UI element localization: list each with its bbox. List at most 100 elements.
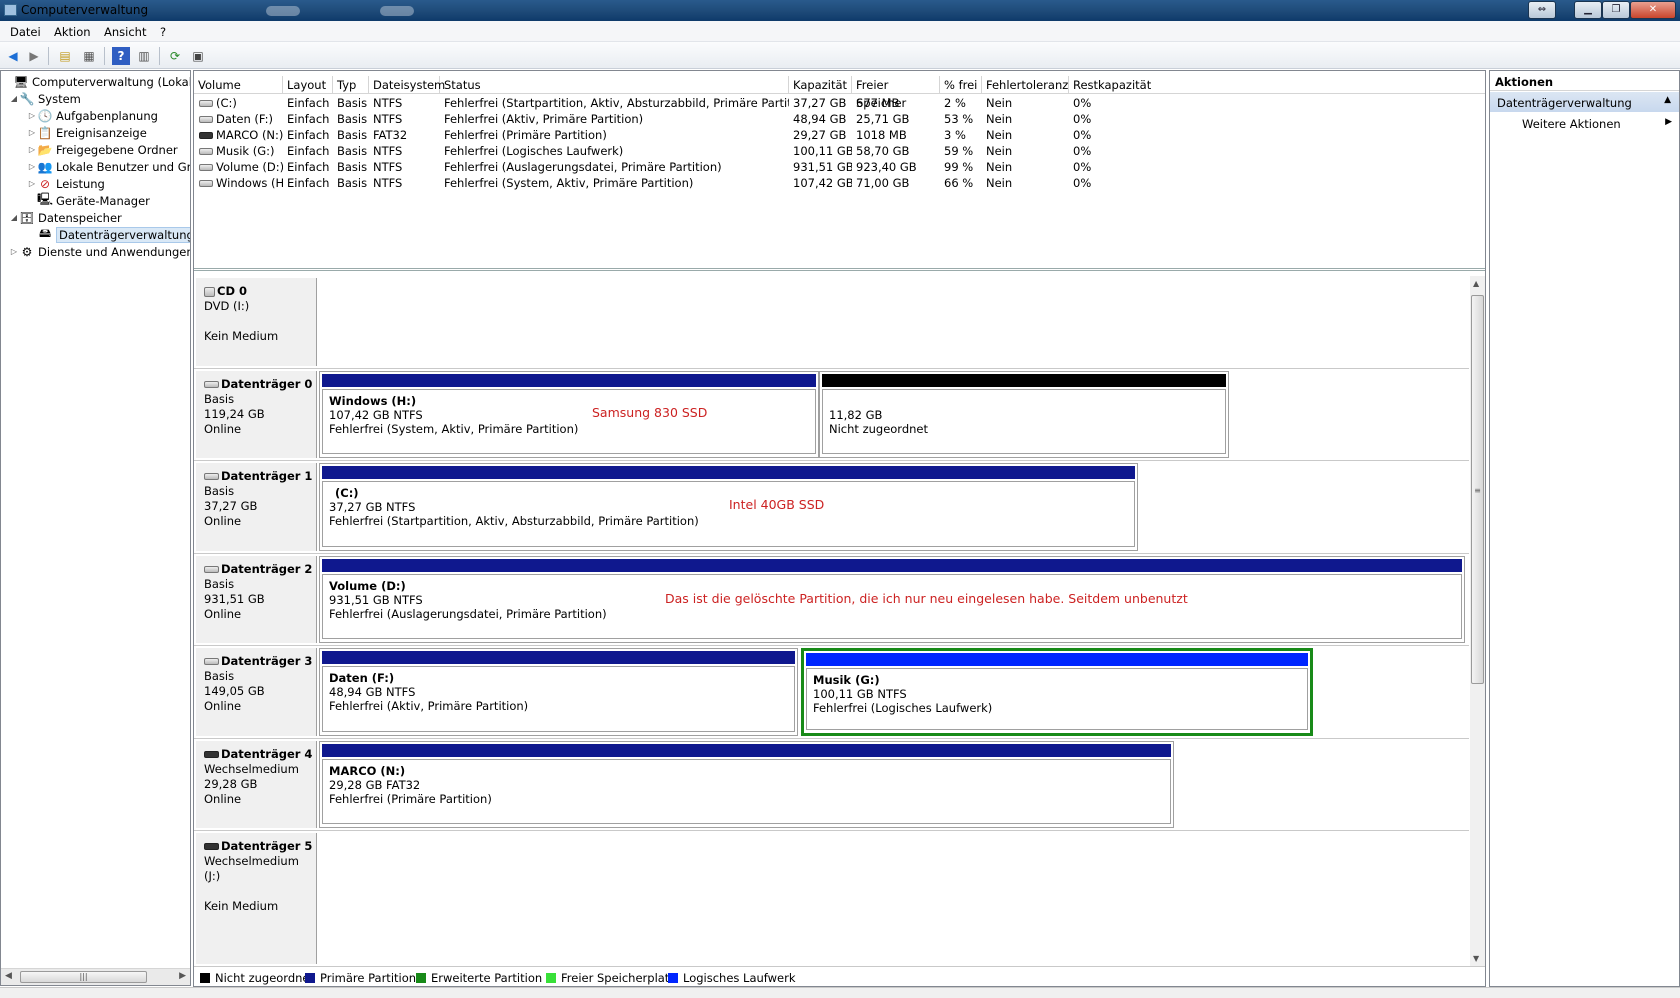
- col-kapazitaet[interactable]: Kapazität: [789, 76, 852, 94]
- expand-arrow-icon[interactable]: ▷: [27, 111, 37, 120]
- partition-unallocated[interactable]: 11,82 GB Nicht zugeordnet: [819, 371, 1229, 458]
- help-icon[interactable]: ?: [112, 47, 130, 65]
- disk-state: Online: [204, 607, 242, 621]
- scroll-up-arrow-icon[interactable]: ▲: [1473, 279, 1479, 288]
- table-row[interactable]: Windows (H:) Einfach Basis NTFS Fehlerfrei (…: [194, 175, 1485, 192]
- table-cell: 99 %: [944, 160, 974, 174]
- scroll-down-arrow-icon[interactable]: ▼: [1473, 954, 1479, 963]
- collapse-arrow-icon[interactable]: ◢: [9, 94, 19, 103]
- collapse-arrow-icon[interactable]: ◢: [9, 213, 19, 222]
- col-status[interactable]: Status: [440, 76, 789, 94]
- show-tree-icon[interactable]: ▦: [80, 47, 98, 65]
- disk-info-1[interactable]: Datenträger 1 Basis 37,27 GB Online: [196, 463, 317, 551]
- menu-datei[interactable]: Datei: [10, 25, 41, 39]
- col-freier-speicher[interactable]: Freier Speicher: [852, 76, 940, 110]
- disk-info-4[interactable]: Datenträger 4 Wechselmedium 29,28 GB Onl…: [196, 741, 317, 828]
- col-layout[interactable]: Layout: [283, 76, 333, 94]
- col-dateisystem[interactable]: Dateisystem: [369, 76, 445, 94]
- col-restkapazitaet[interactable]: Restkapazität: [1069, 76, 1151, 94]
- table-cell: 677 MB: [856, 96, 900, 110]
- table-cell: 100,11 GB: [793, 144, 852, 158]
- table-row[interactable]: MARCO (N:) Einfach Basis FAT32 Fehlerfrei (P…: [194, 127, 1485, 144]
- table-row[interactable]: Musik (G:) Einfach Basis NTFS Fehlerfrei (Lo…: [194, 143, 1485, 160]
- menu-bar: Datei Aktion Ansicht ?: [0, 21, 1680, 42]
- table-cell: Fehlerfrei (Logisches Laufwerk): [444, 144, 624, 158]
- expand-arrow-icon[interactable]: ▷: [27, 179, 37, 188]
- removable-disk-icon: [204, 843, 219, 850]
- table-cell: 71,00 GB: [856, 176, 910, 190]
- col-volume[interactable]: Volume: [194, 76, 283, 94]
- graph-vertical-scrollbar[interactable]: ▲ ≡ ▼: [1470, 276, 1485, 966]
- services-icon: ⚙: [21, 244, 33, 259]
- tree-item-geraete-manager[interactable]: 🖳 Geräte-Manager: [27, 192, 150, 209]
- scroll-left-arrow-icon[interactable]: ◀: [5, 971, 12, 981]
- table-row[interactable]: Daten (F:) Einfach Basis NTFS Fehlerfrei (Ak…: [194, 111, 1485, 128]
- restore-window-icon[interactable]: ⇔: [1528, 1, 1556, 19]
- partition-windows-h[interactable]: Windows (H:) 107,42 GB NTFS Fehlerfrei (Sy…: [319, 371, 819, 458]
- tree-item-datentraegerverwaltung[interactable]: 🖴 Datenträgerverwaltung: [27, 226, 190, 243]
- table-row[interactable]: Volume (D:) Einfach Basis NTFS Fehlerfrei (A…: [194, 159, 1485, 176]
- close-button[interactable]: ✕: [1630, 1, 1676, 19]
- show-pane-icon[interactable]: ▥: [135, 47, 153, 65]
- forward-icon[interactable]: ▶: [25, 47, 43, 65]
- expand-arrow-icon[interactable]: ▷: [27, 128, 37, 137]
- col-typ[interactable]: Typ: [333, 76, 369, 94]
- menu-help[interactable]: ?: [160, 25, 166, 39]
- table-row[interactable]: (C:) Einfach Basis NTFS Fehlerfrei (Startpar…: [194, 95, 1485, 112]
- weitere-aktionen[interactable]: Weitere Aktionen ▶: [1522, 117, 1672, 131]
- col-prozent-frei[interactable]: % frei: [940, 76, 982, 94]
- device-manager-icon: 🖳: [37, 192, 54, 206]
- scroll-right-arrow-icon[interactable]: ▶: [179, 971, 186, 981]
- actions-section[interactable]: Datenträgerverwaltung ▲: [1490, 92, 1679, 112]
- back-icon[interactable]: ◀: [4, 47, 22, 65]
- disk-info-5[interactable]: Datenträger 5 Wechselmedium (J:) Kein Me…: [196, 833, 317, 964]
- disk-type: Wechselmedium: [204, 762, 299, 776]
- status-bar: [0, 987, 1680, 998]
- disk-info-cd0[interactable]: CD 0 DVD (I:) Kein Medium: [196, 278, 317, 366]
- removable-disk-icon: [204, 751, 219, 758]
- partition-status: Fehlerfrei (Logisches Laufwerk): [813, 701, 993, 715]
- scrollbar-thumb[interactable]: ≡: [1471, 295, 1484, 684]
- disk-info-2[interactable]: Datenträger 2 Basis 931,51 GB Online: [196, 556, 317, 643]
- disk-drive: Wechselmedium (J:): [204, 854, 299, 883]
- tree-item-dienste[interactable]: ▷ ⚙ Dienste und Anwendungen: [9, 243, 190, 260]
- table-cell: 37,27 GB: [793, 96, 847, 110]
- tree-item-root[interactable]: 🖥 Computerverwaltung (Lokal): [3, 73, 190, 90]
- legend-item: Freier Speicherplatz: [546, 971, 675, 985]
- partition-title: Windows (H:): [329, 394, 417, 408]
- tree-item-aufgabenplanung[interactable]: ▷ 🕓 Aufgabenplanung: [27, 107, 158, 124]
- maximize-button[interactable]: ❐: [1602, 1, 1630, 19]
- col-fehlertoleranz[interactable]: Fehlertoleranz: [982, 76, 1069, 94]
- minimize-button[interactable]: ▁: [1574, 1, 1602, 19]
- users-icon: 👥: [37, 159, 53, 174]
- table-cell: 0%: [1073, 176, 1092, 190]
- partition-daten-f[interactable]: Daten (F:) 48,94 GB NTFS Fehlerfrei (Aktiv…: [319, 648, 798, 736]
- tree-horizontal-scrollbar[interactable]: ◀ ||| ▶: [1, 968, 190, 985]
- computer-management-icon: [4, 4, 17, 16]
- menu-ansicht[interactable]: Ansicht: [104, 25, 146, 39]
- tree-item-lokale-benutzer[interactable]: ▷👥Lokale Benutzer und Gruppen: [27, 158, 190, 175]
- logical-drive-bar: [806, 653, 1308, 666]
- table-cell: 1018 MB: [856, 128, 907, 142]
- window-title: Computerverwaltung: [21, 3, 149, 17]
- tree-item-freigegebene-ordner[interactable]: ▷ 📂 Freigegebene Ordner: [27, 141, 178, 158]
- partition-marco-n[interactable]: MARCO (N:) 29,28 GB FAT32 Fehlerfrei (Prim…: [319, 741, 1174, 828]
- menu-aktion[interactable]: Aktion: [54, 25, 91, 39]
- refresh-icon[interactable]: ⟳: [166, 47, 184, 65]
- disk-info-0[interactable]: Datenträger 0 Basis 119,24 GB Online: [196, 371, 317, 458]
- properties-icon[interactable]: ▣: [189, 47, 207, 65]
- primary-partition-bar: [322, 466, 1135, 479]
- expand-arrow-icon[interactable]: ▷: [27, 145, 37, 154]
- toolbar: ◀ ▶ ▤ ▦ ? ▥ ⟳ ▣: [0, 42, 1680, 69]
- partition-musik-g[interactable]: Musik (G:) 100,11 GB NTFS Fehlerfrei (Logi…: [801, 648, 1313, 736]
- up-folder-icon[interactable]: ▤: [56, 47, 74, 65]
- tree-item-ereignisanzeige[interactable]: ▷ 📋 Ereignisanzeige: [27, 124, 147, 141]
- scrollbar-thumb[interactable]: |||: [20, 971, 147, 983]
- tree-item-datenspeicher[interactable]: ◢ 🗄 Datenspeicher: [9, 209, 122, 226]
- expand-arrow-icon[interactable]: ▷: [27, 162, 37, 171]
- disk-state: Kein Medium: [204, 899, 279, 913]
- tree-item-system[interactable]: ◢ 🔧 System: [9, 90, 81, 107]
- expand-arrow-icon[interactable]: ▷: [9, 247, 19, 256]
- disk-info-3[interactable]: Datenträger 3 Basis 149,05 GB Online: [196, 648, 317, 736]
- collapse-up-icon[interactable]: ▲: [1664, 95, 1671, 105]
